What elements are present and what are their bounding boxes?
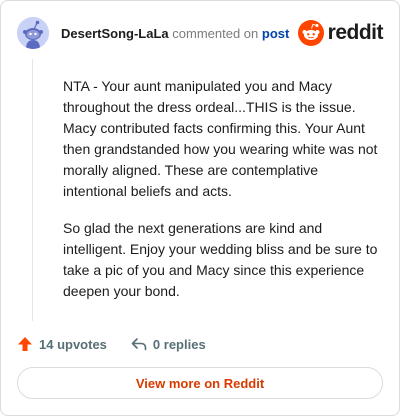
comment-paragraph: So glad the next generations are kind an… [63,220,378,299]
username[interactable]: DesertSong-LaLa [61,26,169,41]
comment-paragraph: NTA - Your aunt manipulated you and Macy… [63,78,378,199]
reply-count: 0 replies [152,336,206,352]
reddit-logo[interactable]: reddit [297,20,384,46]
snoo-avatar-icon [17,17,49,49]
comment-body: NTA - Your aunt manipulated you and Macy… [63,76,383,318]
reddit-wordmark: reddit [327,21,384,44]
post-link[interactable]: post [262,26,289,41]
upvote-arrow-icon [18,337,32,351]
reddit-logo-icon [297,20,324,46]
reply-arrow-icon [131,338,147,351]
thread-line [32,59,33,321]
reply-button[interactable]: 0 replies [131,336,206,352]
comment-actions: 14 upvotes 0 replies [17,333,230,355]
meta-action-text: commented on [172,26,259,41]
comment-embed-card: DesertSong-LaLa commented on post reddit [0,0,400,416]
user-avatar[interactable] [17,17,49,49]
comment-header: DesertSong-LaLa commented on post reddit [17,17,384,51]
view-more-button[interactable]: View more on Reddit [17,367,383,399]
comment-meta: DesertSong-LaLa commented on post [61,26,289,42]
upvote-button[interactable]: 14 upvotes [17,336,107,352]
upvote-count: 14 upvotes [39,336,107,352]
